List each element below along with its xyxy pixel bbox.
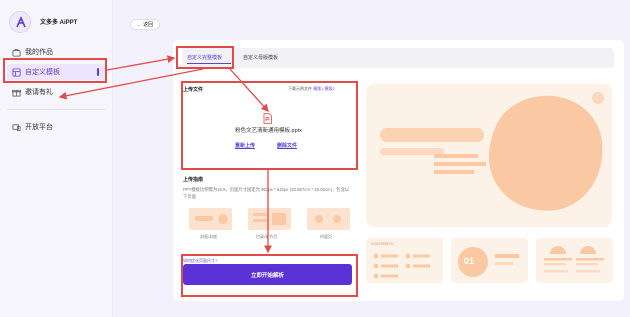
back-button[interactable]: ← 返回 bbox=[130, 19, 160, 30]
platform-icon bbox=[12, 123, 21, 131]
thumb-label: 封面/封底 bbox=[200, 234, 218, 239]
highlight-sidebar-custom-template bbox=[3, 58, 107, 83]
number-badge: 01 bbox=[464, 256, 475, 266]
sidebar-item-invite[interactable]: 邀请有礼 bbox=[7, 84, 105, 100]
sidebar-item-open-platform[interactable]: 开放平台 bbox=[7, 119, 105, 135]
preview-content-page bbox=[536, 238, 613, 283]
thumb-label: 目录/章节页 bbox=[256, 234, 278, 239]
sidebar-divider bbox=[7, 109, 105, 110]
highlight-start-button bbox=[181, 254, 358, 297]
brand-name: 文多多 AiPPT bbox=[40, 20, 78, 26]
preview-cover bbox=[366, 84, 612, 227]
sidebar: 文多多 AiPPT 我的作品 自定义模板 邀请有礼 开放平台 bbox=[0, 0, 113, 317]
thumb-catalog bbox=[248, 208, 291, 230]
highlight-upload-area bbox=[181, 81, 358, 170]
sidebar-item-label: 我的作品 bbox=[25, 49, 53, 56]
tab-master-template[interactable]: 自定义母版模板 bbox=[243, 54, 278, 61]
briefcase-icon bbox=[12, 48, 21, 57]
guide-title: 上传指南 bbox=[183, 177, 204, 183]
gift-icon bbox=[12, 89, 21, 97]
preview-chapter: 01 bbox=[451, 238, 528, 283]
thumb-content bbox=[307, 208, 350, 230]
preview-contents: CONTENTS bbox=[366, 238, 443, 283]
highlight-tab bbox=[176, 46, 234, 69]
thumb-cover bbox=[189, 208, 232, 230]
sidebar-item-label: 邀请有礼 bbox=[25, 89, 53, 96]
contents-label: CONTENTS bbox=[371, 241, 393, 246]
logo-icon[interactable] bbox=[9, 11, 31, 33]
thumb-label: 内容页 bbox=[320, 234, 332, 239]
guide-text: PPT模板比例需为16:9，页面尺寸固定为 960px * 540px (33.… bbox=[183, 187, 350, 199]
sidebar-item-label: 开放平台 bbox=[25, 124, 53, 131]
